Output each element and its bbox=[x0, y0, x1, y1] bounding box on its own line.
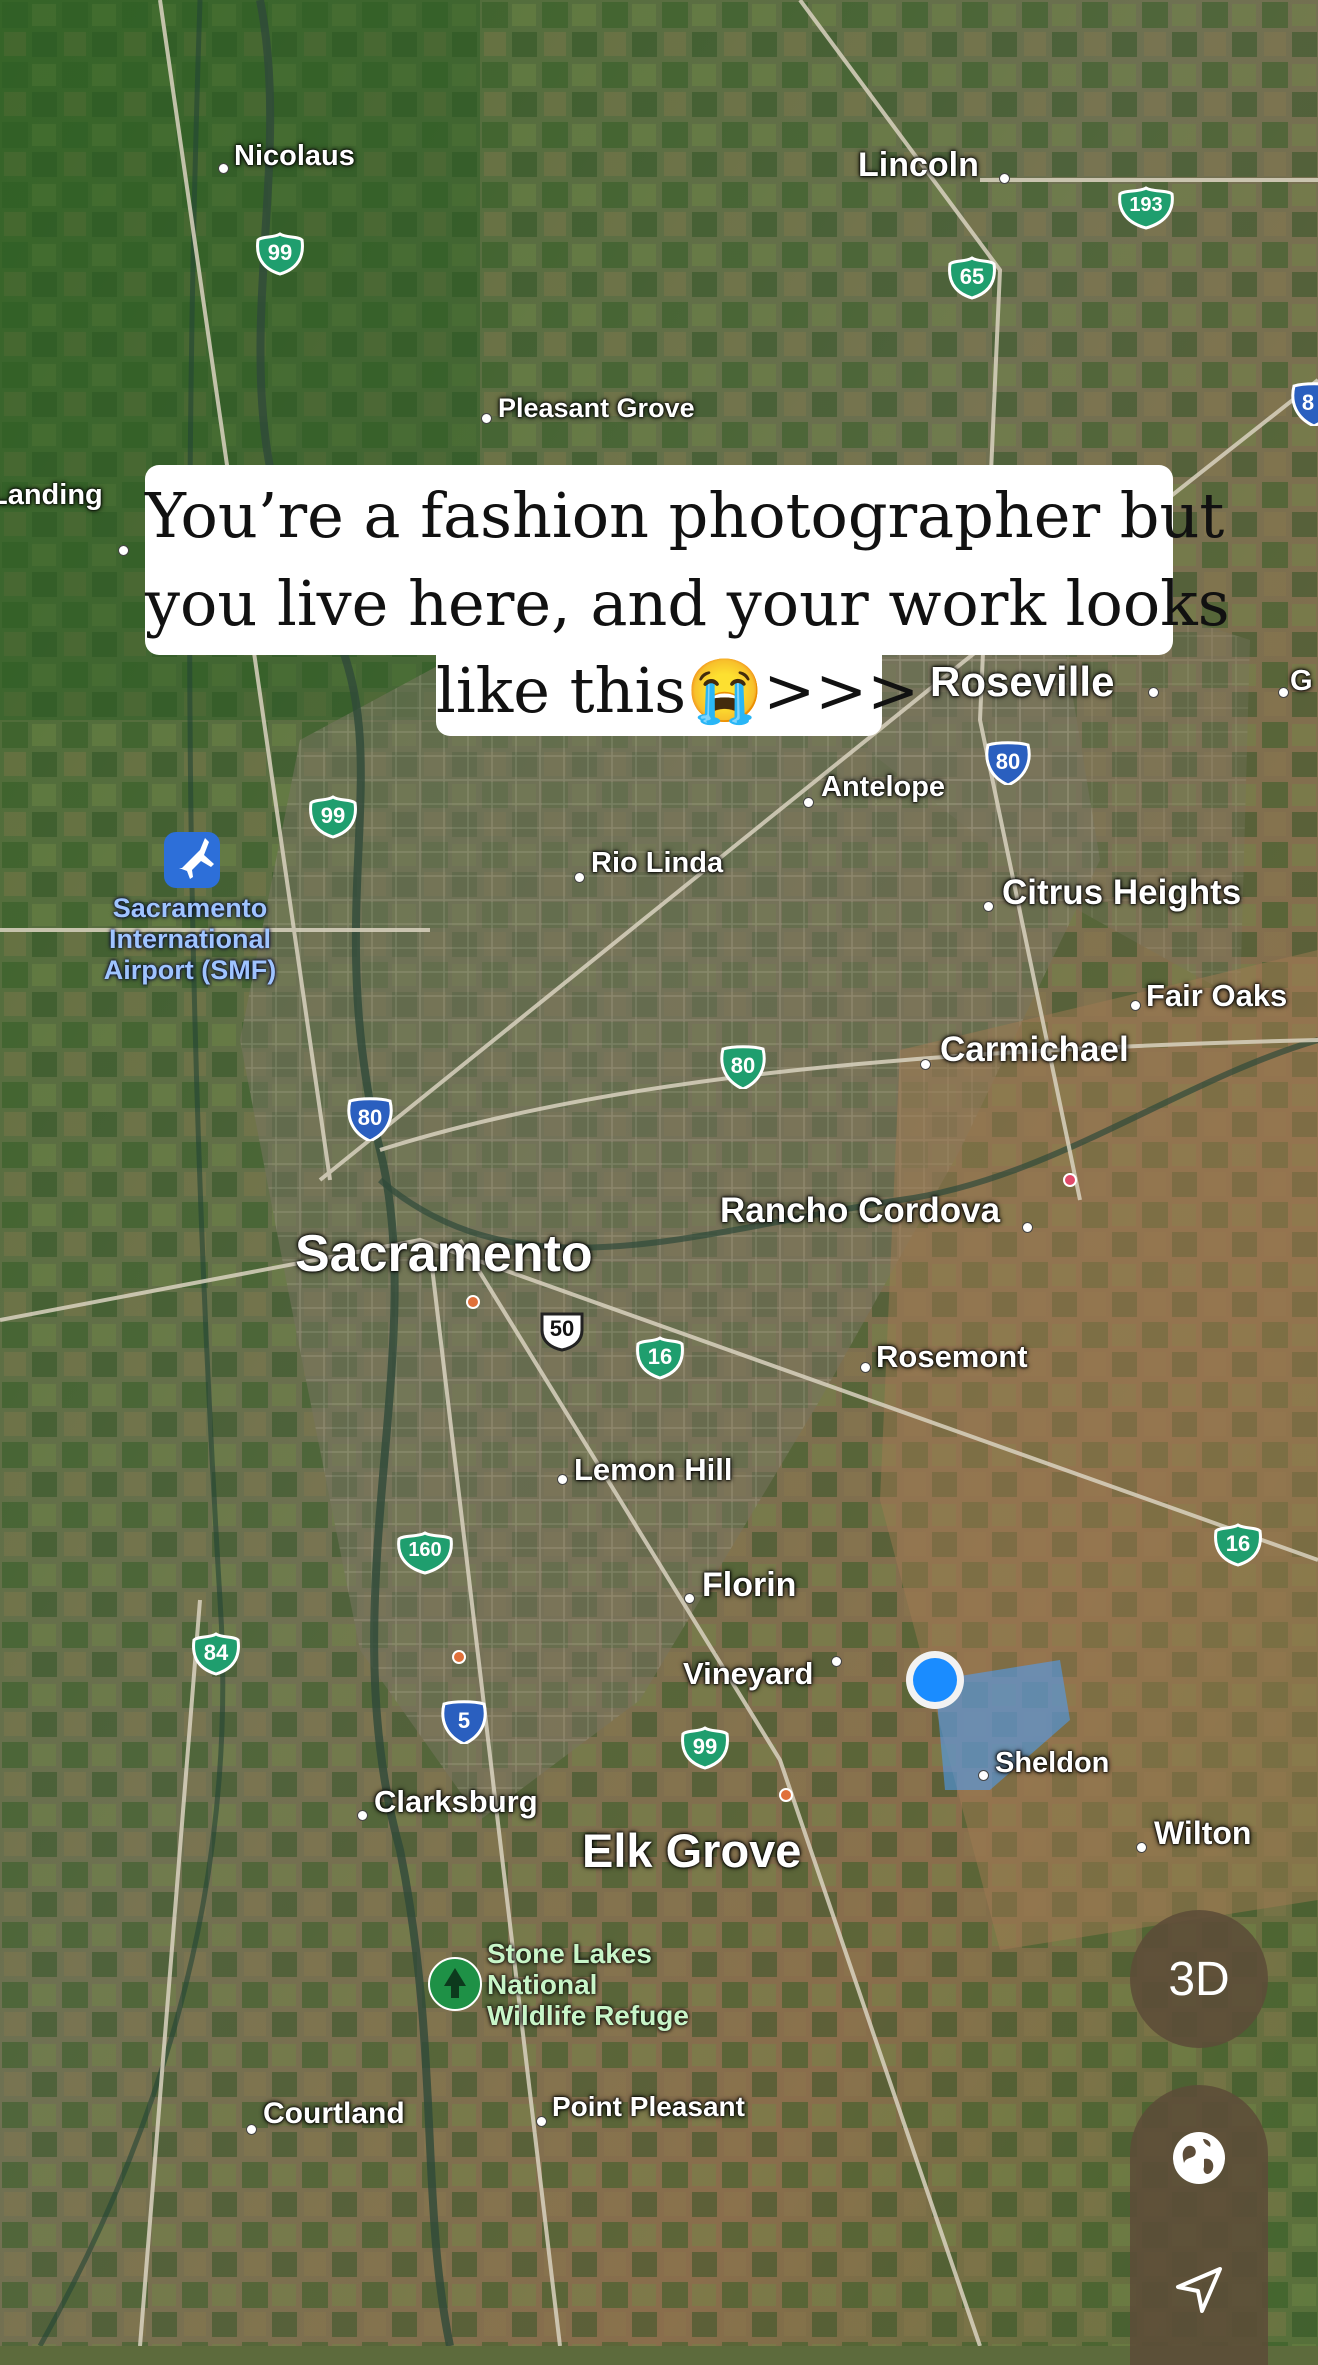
highway-16-central-shield: 16 bbox=[636, 1336, 684, 1380]
airplane-icon bbox=[164, 832, 220, 888]
refuge-label-line2: National bbox=[487, 1969, 598, 2000]
place-sheldon[interactable]: Sheldon bbox=[995, 1749, 1109, 1778]
place-lemon-hill[interactable]: Lemon Hill bbox=[574, 1454, 732, 1485]
highway-number: 8 bbox=[1301, 390, 1315, 415]
interstate-5-shield: 5 bbox=[440, 1700, 488, 1746]
interstate-80-west-shield: 80 bbox=[346, 1097, 394, 1143]
highway-number: 99 bbox=[692, 1734, 718, 1759]
3d-button[interactable]: 3D bbox=[1130, 1910, 1268, 2048]
highway-99-north-shield: 99 bbox=[309, 795, 357, 839]
place-citrus-heights[interactable]: Citrus Heights bbox=[1002, 875, 1241, 910]
highway-16-east-shield: 16 bbox=[1214, 1523, 1262, 1567]
highway-number: 65 bbox=[959, 264, 985, 289]
highway-number: 193 bbox=[1129, 194, 1163, 216]
highway-99-south-shield: 99 bbox=[681, 1726, 729, 1770]
place-wilton[interactable]: Wilton bbox=[1154, 1817, 1251, 1849]
place-g[interactable]: G bbox=[1290, 667, 1313, 696]
highway-160-shield: 160 bbox=[397, 1531, 453, 1575]
highway-number: 160 bbox=[408, 1539, 442, 1561]
tree-icon bbox=[428, 1957, 482, 2011]
globe-button[interactable] bbox=[1164, 2123, 1234, 2193]
highway-number: 99 bbox=[320, 803, 346, 828]
highway-84-shield: 84 bbox=[192, 1632, 240, 1676]
highway-number: 80 bbox=[357, 1105, 383, 1130]
interstate-80-roseville-shield: 80 bbox=[984, 741, 1032, 787]
place-rio-linda[interactable]: Rio Linda bbox=[591, 849, 723, 878]
refuge-label[interactable]: Stone Lakes National Wildlife Refuge bbox=[487, 1938, 689, 2031]
place-sacramento[interactable]: Sacramento bbox=[295, 1228, 593, 1280]
location-arrow-icon bbox=[1176, 2267, 1222, 2313]
place-lincoln[interactable]: Lincoln bbox=[858, 148, 979, 182]
place-point-pleasant[interactable]: Point Pleasant bbox=[552, 2093, 745, 2121]
location-button[interactable] bbox=[1164, 2255, 1234, 2325]
caption-line-2: you live here, and your work looks bbox=[145, 557, 1230, 655]
place-fair-oaks[interactable]: Fair Oaks bbox=[1146, 980, 1287, 1011]
place-vineyard[interactable]: Vineyard bbox=[683, 1658, 813, 1689]
highway-number: 16 bbox=[647, 1344, 673, 1369]
highway-number: 99 bbox=[267, 240, 293, 265]
us-50-shield: 50 bbox=[538, 1308, 586, 1352]
place-rosemont[interactable]: Rosemont bbox=[876, 1341, 1028, 1372]
highway-number: 80 bbox=[730, 1053, 756, 1078]
highway-193-shield: 193 bbox=[1118, 186, 1174, 230]
place-roseville[interactable]: Roseville bbox=[930, 661, 1114, 703]
3d-label: 3D bbox=[1168, 1952, 1230, 2006]
globe-icon bbox=[1173, 2132, 1225, 2184]
refuge-label-line3: Wildlife Refuge bbox=[487, 2000, 689, 2031]
highway-number: 80 bbox=[995, 749, 1021, 774]
airport-label-line2: International bbox=[108, 924, 271, 954]
highway-99-shield: 99 bbox=[256, 232, 304, 276]
refuge-label-line1: Stone Lakes bbox=[487, 1938, 652, 1969]
highway-number: 16 bbox=[1225, 1531, 1251, 1556]
interstate-80-central-shield: 80 bbox=[719, 1045, 767, 1091]
interstate-80-edge-shield: 8 bbox=[1290, 382, 1318, 428]
caption-line-3: like this😭>>> bbox=[436, 650, 919, 736]
place-rancho-cordova[interactable]: Rancho Cordova bbox=[720, 1193, 1000, 1228]
airport-label-line3: Airport (SMF) bbox=[103, 955, 277, 985]
airport-label[interactable]: Sacramento International Airport (SMF) bbox=[80, 893, 300, 986]
highway-number: 84 bbox=[203, 1640, 229, 1665]
map-controls-panel bbox=[1130, 2085, 1268, 2365]
place-florin[interactable]: Florin bbox=[702, 1568, 796, 1602]
user-location-dot bbox=[913, 1658, 957, 1702]
place-antelope[interactable]: Antelope bbox=[821, 773, 945, 802]
place-elk-grove[interactable]: Elk Grove bbox=[582, 1827, 801, 1874]
place-landing[interactable]: Landing bbox=[0, 481, 103, 510]
place-carmichael[interactable]: Carmichael bbox=[940, 1032, 1129, 1067]
place-clarksburg[interactable]: Clarksburg bbox=[374, 1786, 538, 1817]
place-nicolaus[interactable]: Nicolaus bbox=[234, 142, 355, 171]
highway-number: 50 bbox=[549, 1316, 575, 1341]
highway-65-shield: 65 bbox=[948, 256, 996, 300]
caption-line-1: You’re a fashion photographer but bbox=[145, 465, 1224, 557]
highway-number: 5 bbox=[457, 1708, 471, 1733]
place-courtland[interactable]: Courtland bbox=[263, 2099, 405, 2129]
airport-label-line1: Sacramento bbox=[112, 893, 268, 923]
place-pleasant-grove[interactable]: Pleasant Grove bbox=[498, 395, 695, 422]
